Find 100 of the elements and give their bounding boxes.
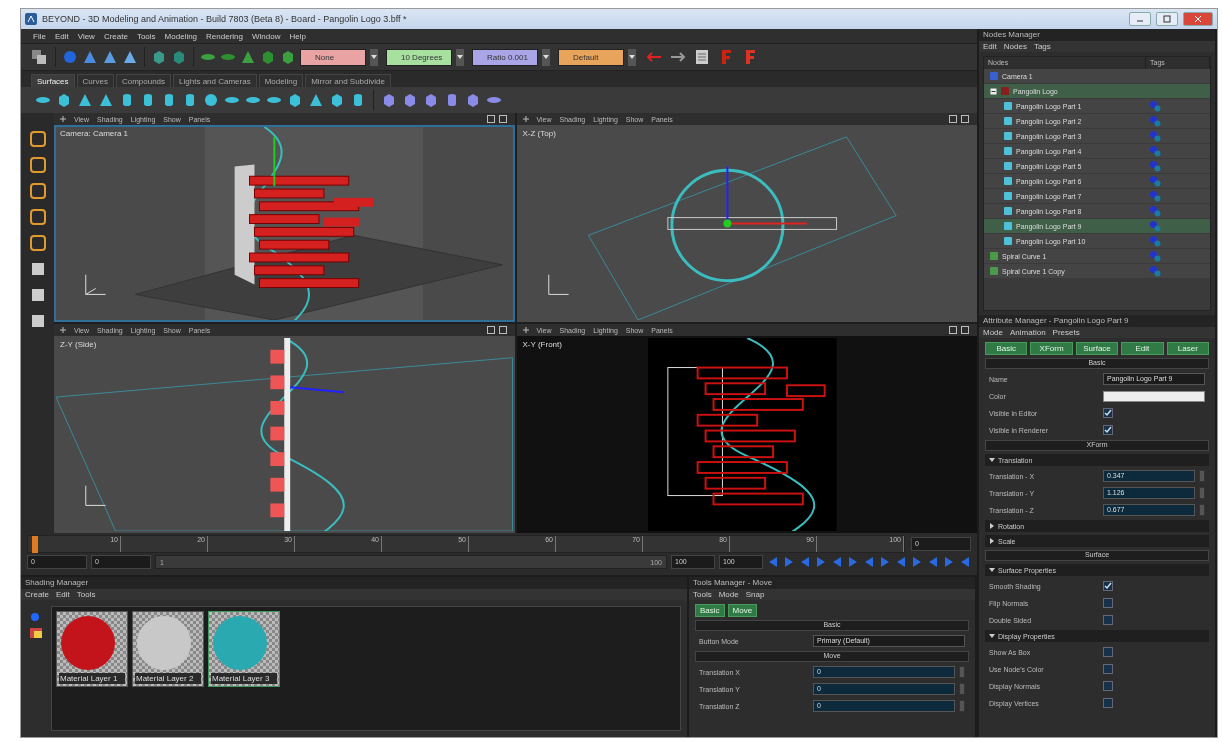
playback-icon[interactable] [863,557,875,567]
checkbox[interactable] [1103,425,1113,435]
plus-icon[interactable] [60,327,66,333]
collapse-icon[interactable] [990,87,997,95]
plus-icon[interactable] [522,116,529,122]
cube-icon[interactable] [56,92,72,108]
playback-icon[interactable] [847,557,859,567]
checkbox[interactable] [1103,408,1113,418]
cube-icon[interactable] [287,92,303,108]
sphere-icon[interactable] [62,49,78,65]
menu-item[interactable]: Tags [1033,42,1051,51]
cube-icon[interactable] [423,92,439,108]
playback-icon[interactable] [767,557,779,567]
tab[interactable]: Move [727,604,758,617]
tab[interactable]: Basic [985,342,1028,355]
cube-icon[interactable] [171,49,187,65]
playback-icon[interactable] [927,557,939,567]
menu-item[interactable]: Snap [745,590,765,599]
color-swatch[interactable] [1103,390,1205,402]
material-card[interactable]: Material Layer 1 [56,611,128,687]
menu-item[interactable]: Edit [56,590,70,599]
material-card[interactable]: Material Layer 2 [132,611,204,687]
pyramid-icon[interactable] [308,92,324,108]
cube-icon[interactable] [260,49,276,65]
playback-icon[interactable] [799,557,811,567]
tab[interactable]: Basic [695,604,725,617]
caret-down-icon[interactable] [989,567,995,573]
minimize-button[interactable] [1129,12,1151,26]
pyramid-icon[interactable] [122,49,138,65]
playback-icon[interactable] [943,557,955,567]
tab[interactable]: Edit [1121,342,1164,355]
checkbox[interactable] [1103,664,1113,674]
caret-down-icon[interactable] [989,457,995,463]
menu-item[interactable]: Edit [54,31,69,41]
tab[interactable]: XForm [1030,342,1073,355]
close-button[interactable] [1183,12,1213,26]
tab[interactable]: Lights and Cameras [173,74,257,87]
image-icon[interactable] [30,628,42,638]
panel-layout-icon[interactable] [949,326,971,334]
checkbox[interactable] [1103,681,1113,691]
cube-icon[interactable] [329,92,345,108]
pyramid-icon[interactable] [240,49,256,65]
playback-icon[interactable] [911,557,923,567]
menu-item[interactable]: Tools [693,590,712,599]
viewport[interactable]: X-Y (Front) [516,336,977,533]
cube-icon[interactable] [465,92,481,108]
menu-item[interactable]: Window [252,31,281,41]
menu-item[interactable]: Nodes [1003,42,1027,51]
dropdown[interactable]: Default [558,48,624,66]
playback-icon[interactable] [831,557,843,567]
pyramid-icon[interactable] [98,92,114,108]
checkbox[interactable] [1103,647,1113,657]
tab[interactable]: Compounds [115,74,172,87]
checkbox[interactable] [1103,581,1113,591]
tab[interactable]: Modeling [258,74,304,87]
dropdown[interactable]: Ratio 0.001 [472,48,538,66]
menu-item[interactable]: Help [289,31,306,41]
panel-layout-icon[interactable] [486,115,509,123]
viewport[interactable]: X-Z (Top) [516,125,977,322]
pyramid-icon[interactable] [77,92,93,108]
menu-item[interactable]: Modeling [164,31,198,41]
tab[interactable]: Mirror and Subdivide [305,74,391,87]
viewport[interactable]: Z-Y (Side) [54,336,515,533]
cube-icon[interactable] [381,92,397,108]
tab[interactable]: Surface [1075,342,1119,355]
dropdown[interactable]: 10 Degrees [386,48,452,66]
tab[interactable]: Surfaces [31,74,75,87]
cube-icon[interactable] [151,49,167,65]
panel-layout-icon[interactable] [486,326,509,334]
menu-item[interactable]: Presets [1052,328,1080,337]
tab[interactable]: Laser [1166,342,1210,355]
checkbox[interactable] [1103,598,1113,608]
checkbox[interactable] [1103,615,1113,625]
menu-item[interactable]: Mode [983,328,1003,337]
checkbox[interactable] [1103,698,1113,708]
dropdown[interactable]: None [300,48,366,66]
menu-item[interactable]: Create [103,31,128,41]
playback-icon[interactable] [783,557,795,567]
material-card[interactable]: Material Layer 3 [208,611,280,687]
viewport[interactable]: Camera: Camera 1 [54,125,515,322]
plus-icon[interactable] [60,116,66,122]
menu-item[interactable]: Tools [76,590,96,599]
sphere-icon[interactable] [30,612,40,622]
tab[interactable]: Curves [76,74,114,87]
menu-item[interactable]: Tools [136,31,156,41]
playback-icon[interactable] [815,557,827,567]
menu-item[interactable]: Rendering [206,31,243,41]
menu-item[interactable]: Animation [1010,328,1046,337]
cube-icon[interactable] [280,49,296,65]
sphere-icon[interactable] [203,92,219,108]
panel-layout-icon[interactable] [949,115,971,123]
menu-item[interactable]: File [33,31,46,41]
maximize-button[interactable] [1156,12,1178,26]
caret-down-icon[interactable] [989,633,995,639]
menu-item[interactable]: Edit [983,42,997,51]
playback-icon[interactable] [879,557,891,567]
pyramid-icon[interactable] [102,49,118,65]
menu-item[interactable]: Create [25,590,49,599]
caret-right-icon[interactable] [989,538,995,544]
plus-icon[interactable] [522,327,529,333]
